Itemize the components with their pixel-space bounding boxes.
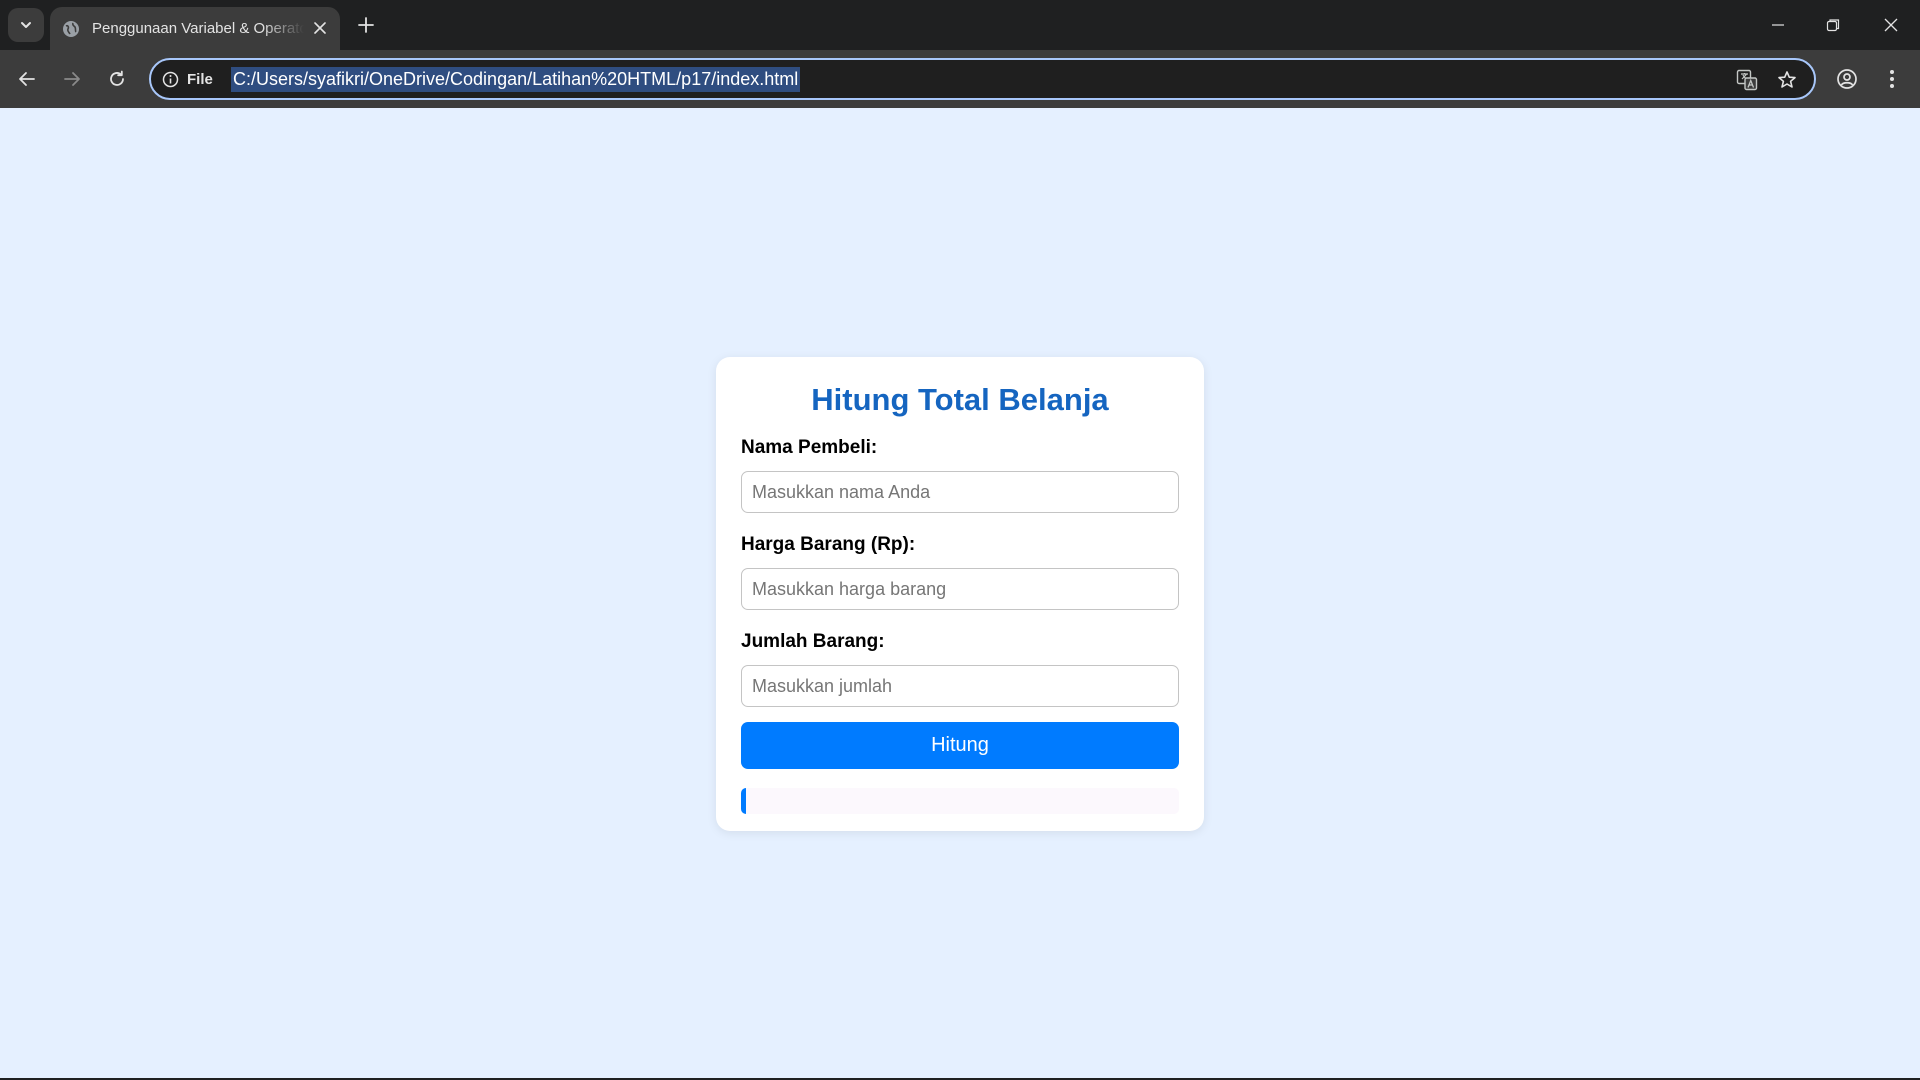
star-icon xyxy=(1778,71,1796,88)
back-button[interactable] xyxy=(11,63,43,95)
tab-title: Penggunaan Variabel & Operator xyxy=(92,20,304,37)
new-tab-button[interactable] xyxy=(354,13,378,37)
calculate-button[interactable]: Hitung xyxy=(741,722,1179,769)
tab-search-button[interactable] xyxy=(8,8,44,42)
site-info-label: File xyxy=(187,70,213,88)
translate-icon xyxy=(1736,69,1758,91)
browser-tab-strip: Penggunaan Variabel & Operator xyxy=(0,0,1920,50)
reload-icon xyxy=(110,70,124,86)
calculator-card: Hitung Total Belanja Nama Pembeli: Harga… xyxy=(716,357,1204,831)
reload-button[interactable] xyxy=(101,63,133,95)
close-icon xyxy=(314,22,326,34)
info-icon xyxy=(162,71,179,87)
translate-button[interactable] xyxy=(1734,67,1760,93)
arrow-left-icon xyxy=(19,72,35,86)
restore-button[interactable] xyxy=(1817,10,1849,40)
globe-icon xyxy=(63,20,79,37)
profile-icon xyxy=(1837,69,1857,89)
minimize-button[interactable] xyxy=(1762,10,1794,40)
arrow-right-icon xyxy=(64,72,80,86)
item-price-input[interactable] xyxy=(741,568,1179,610)
page-title: Hitung Total Belanja xyxy=(811,382,1109,417)
plus-icon xyxy=(358,17,374,33)
address-bar[interactable]: File C:/Users/syafikri/OneDrive/Codingan… xyxy=(149,58,1816,100)
buyer-name-label: Nama Pembeli: xyxy=(741,437,878,458)
bookmark-button[interactable] xyxy=(1774,67,1800,93)
item-quantity-input[interactable] xyxy=(741,665,1179,707)
browser-toolbar: File C:/Users/syafikri/OneDrive/Codingan… xyxy=(0,50,1920,108)
item-quantity-label: Jumlah Barang: xyxy=(741,631,885,652)
minimize-icon xyxy=(1772,24,1784,26)
browser-tab-active[interactable]: Penggunaan Variabel & Operator xyxy=(50,7,340,50)
menu-button[interactable] xyxy=(1876,63,1908,95)
url-text[interactable]: C:/Users/syafikri/OneDrive/Codingan/Lati… xyxy=(231,67,801,92)
tab-close-button[interactable] xyxy=(310,18,330,38)
profile-button[interactable] xyxy=(1831,63,1863,95)
close-window-button[interactable] xyxy=(1875,10,1907,40)
buyer-name-input[interactable] xyxy=(741,471,1179,513)
more-vertical-icon xyxy=(1890,70,1894,88)
forward-button[interactable] xyxy=(56,63,88,95)
close-icon xyxy=(1884,18,1898,32)
result-output xyxy=(741,788,1179,814)
restore-icon xyxy=(1826,19,1840,32)
item-price-label: Harga Barang (Rp): xyxy=(741,534,916,555)
site-info-chip[interactable]: File xyxy=(162,67,213,91)
chevron-down-icon xyxy=(21,22,31,28)
